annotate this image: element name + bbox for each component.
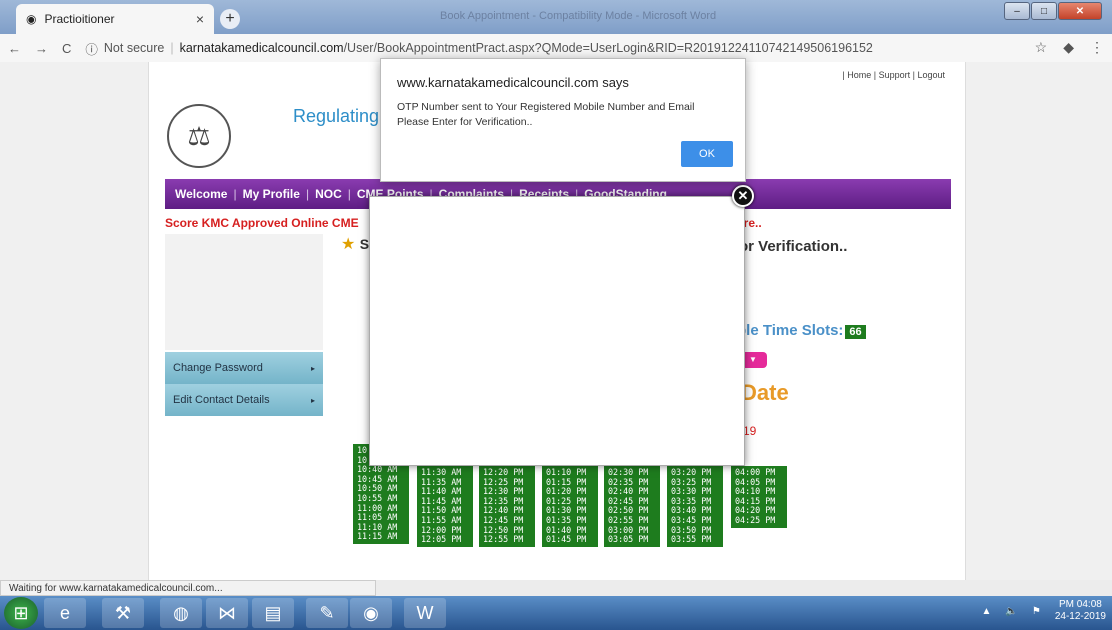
site-title: Regulating bbox=[293, 106, 380, 126]
window-titlebar: ◉ Practioitioner × + Book Appointment - … bbox=[0, 0, 1112, 34]
bookmark-star-icon[interactable]: ☆ bbox=[1035, 39, 1048, 56]
system-tray: ▲ 🔈 ⚑ PM 04:08 24-12-2019 bbox=[982, 599, 1106, 623]
url-field[interactable]: ⓘ Not secure | karnatakamedicalcouncil.c… bbox=[85, 39, 872, 58]
firefox-icon[interactable]: ◍ bbox=[160, 598, 202, 628]
extension-icon[interactable]: ◆ bbox=[1063, 39, 1074, 56]
window-controls: – □ ✕ bbox=[1004, 2, 1102, 20]
start-button-icon[interactable]: ⊞ bbox=[4, 597, 38, 629]
windows-taskbar: ⊞ e ⚒ ◍ ⋈ ▤ ✎ ◉ W ▲ 🔈 ⚑ PM 04:08 24-12-2… bbox=[0, 596, 1112, 630]
nav-welcome[interactable]: Welcome bbox=[175, 187, 227, 201]
profile-panel bbox=[165, 234, 323, 350]
reload-button[interactable]: C bbox=[62, 41, 71, 56]
security-label: Not secure bbox=[103, 41, 165, 55]
tools-icon[interactable]: ⚒ bbox=[102, 598, 144, 628]
slot-column-5[interactable]: 02:30 PM 02:35 PM 02:40 PM 02:45 PM 02:50 PM… bbox=[604, 466, 660, 547]
time-slot[interactable]: 12:55 PM bbox=[483, 535, 531, 545]
time-slot[interactable]: 03:05 PM bbox=[608, 535, 656, 545]
slot-column-2[interactable]: 11:30 AM 11:35 AM 11:40 AM 11:45 AM 11:50 AM… bbox=[417, 466, 473, 547]
back-button[interactable]: ← bbox=[8, 41, 21, 56]
time-slot[interactable]: 11:15 AM bbox=[357, 532, 405, 542]
star-icon: ★ S bbox=[341, 236, 370, 253]
chrome-icon[interactable]: ◉ bbox=[350, 598, 392, 628]
alert-ok-button[interactable]: OK bbox=[681, 141, 733, 167]
top-links[interactable]: | Home | Support | Logout bbox=[842, 70, 945, 80]
available-slots-label: ble Time Slots: 66 bbox=[737, 322, 866, 339]
otp-heading-fragment: or Verification.. bbox=[739, 238, 848, 255]
browser-tab[interactable]: ◉ Practioitioner × bbox=[16, 4, 214, 34]
notepad-icon[interactable]: ✎ bbox=[306, 598, 348, 628]
tab-close-icon[interactable]: × bbox=[196, 11, 204, 27]
date-year-fragment: 19 bbox=[743, 424, 757, 438]
council-seal-logo: ⚖ bbox=[167, 104, 231, 168]
forward-button[interactable]: → bbox=[35, 41, 48, 56]
time-slot[interactable]: 12:05 PM bbox=[421, 535, 469, 545]
slot-count-badge: 66 bbox=[845, 325, 866, 339]
time-slot[interactable]: 01:45 PM bbox=[546, 535, 594, 545]
new-tab-button[interactable]: + bbox=[220, 9, 240, 29]
globe-icon: ◉ bbox=[26, 12, 37, 26]
alert-message: OTP Number sent to Your Registered Mobil… bbox=[397, 101, 695, 128]
date-heading-fragment: Date bbox=[741, 380, 789, 405]
js-alert-dialog: www.karnatakamedicalcouncil.com says OTP… bbox=[380, 58, 746, 182]
visual-studio-icon[interactable]: ⋈ bbox=[206, 598, 248, 628]
slot-column-3[interactable]: 12:20 PM 12:25 PM 12:30 PM 12:35 PM 12:40 PM… bbox=[479, 466, 535, 547]
cme-marquee[interactable]: Score KMC Approved Online CME bbox=[165, 216, 359, 230]
status-bar: Waiting for www.karnatakamedicalcouncil.… bbox=[0, 580, 376, 596]
clock[interactable]: PM 04:08 24-12-2019 bbox=[1055, 599, 1106, 623]
maximize-button[interactable]: □ bbox=[1031, 2, 1057, 20]
otp-popup-window bbox=[369, 196, 745, 466]
window-title: Book Appointment - Compatibility Mode - … bbox=[440, 10, 717, 22]
url-host: karnatakamedicalcouncil.com bbox=[179, 41, 344, 55]
popup-close-icon[interactable]: ✕ bbox=[732, 185, 754, 207]
volume-icon[interactable]: 🔈 bbox=[1005, 606, 1017, 617]
edit-contact-link[interactable]: Edit Contact Details bbox=[165, 384, 323, 416]
slot-column-4[interactable]: 01:10 PM 01:15 PM 01:20 PM 01:25 PM 01:30 PM… bbox=[542, 466, 598, 547]
time-slot[interactable]: 03:55 PM bbox=[671, 535, 719, 545]
info-icon[interactable]: ⓘ bbox=[85, 39, 98, 58]
time-slot[interactable]: 04:25 PM bbox=[735, 515, 783, 526]
ie-icon[interactable]: e bbox=[44, 598, 86, 628]
change-password-link[interactable]: Change Password bbox=[165, 352, 323, 384]
word-icon[interactable]: W bbox=[404, 598, 446, 628]
menu-icon[interactable]: ⋮ bbox=[1090, 39, 1104, 56]
nav-noc[interactable]: NOC bbox=[315, 187, 342, 201]
alert-origin: www.karnatakamedicalcouncil.com says bbox=[397, 75, 629, 90]
url-path: /User/BookAppointmentPract.aspx?QMode=Us… bbox=[343, 41, 873, 55]
nav-my-profile[interactable]: My Profile bbox=[243, 187, 300, 201]
file-explorer-icon[interactable]: ▤ bbox=[252, 598, 294, 628]
tray-arrow-icon[interactable]: ▲ bbox=[982, 606, 992, 617]
window-close-button[interactable]: ✕ bbox=[1058, 2, 1102, 20]
minimize-button[interactable]: – bbox=[1004, 2, 1030, 20]
slot-column-6[interactable]: 03:20 PM 03:25 PM 03:30 PM 03:35 PM 03:40 PM… bbox=[667, 466, 723, 547]
tab-title: Practioitioner bbox=[44, 12, 115, 26]
slot-column-7[interactable]: 04:00 PM 04:05 PM 04:10 PM 04:15 PM 04:20 PM… bbox=[731, 466, 787, 528]
network-icon[interactable]: ⚑ bbox=[1032, 606, 1041, 617]
